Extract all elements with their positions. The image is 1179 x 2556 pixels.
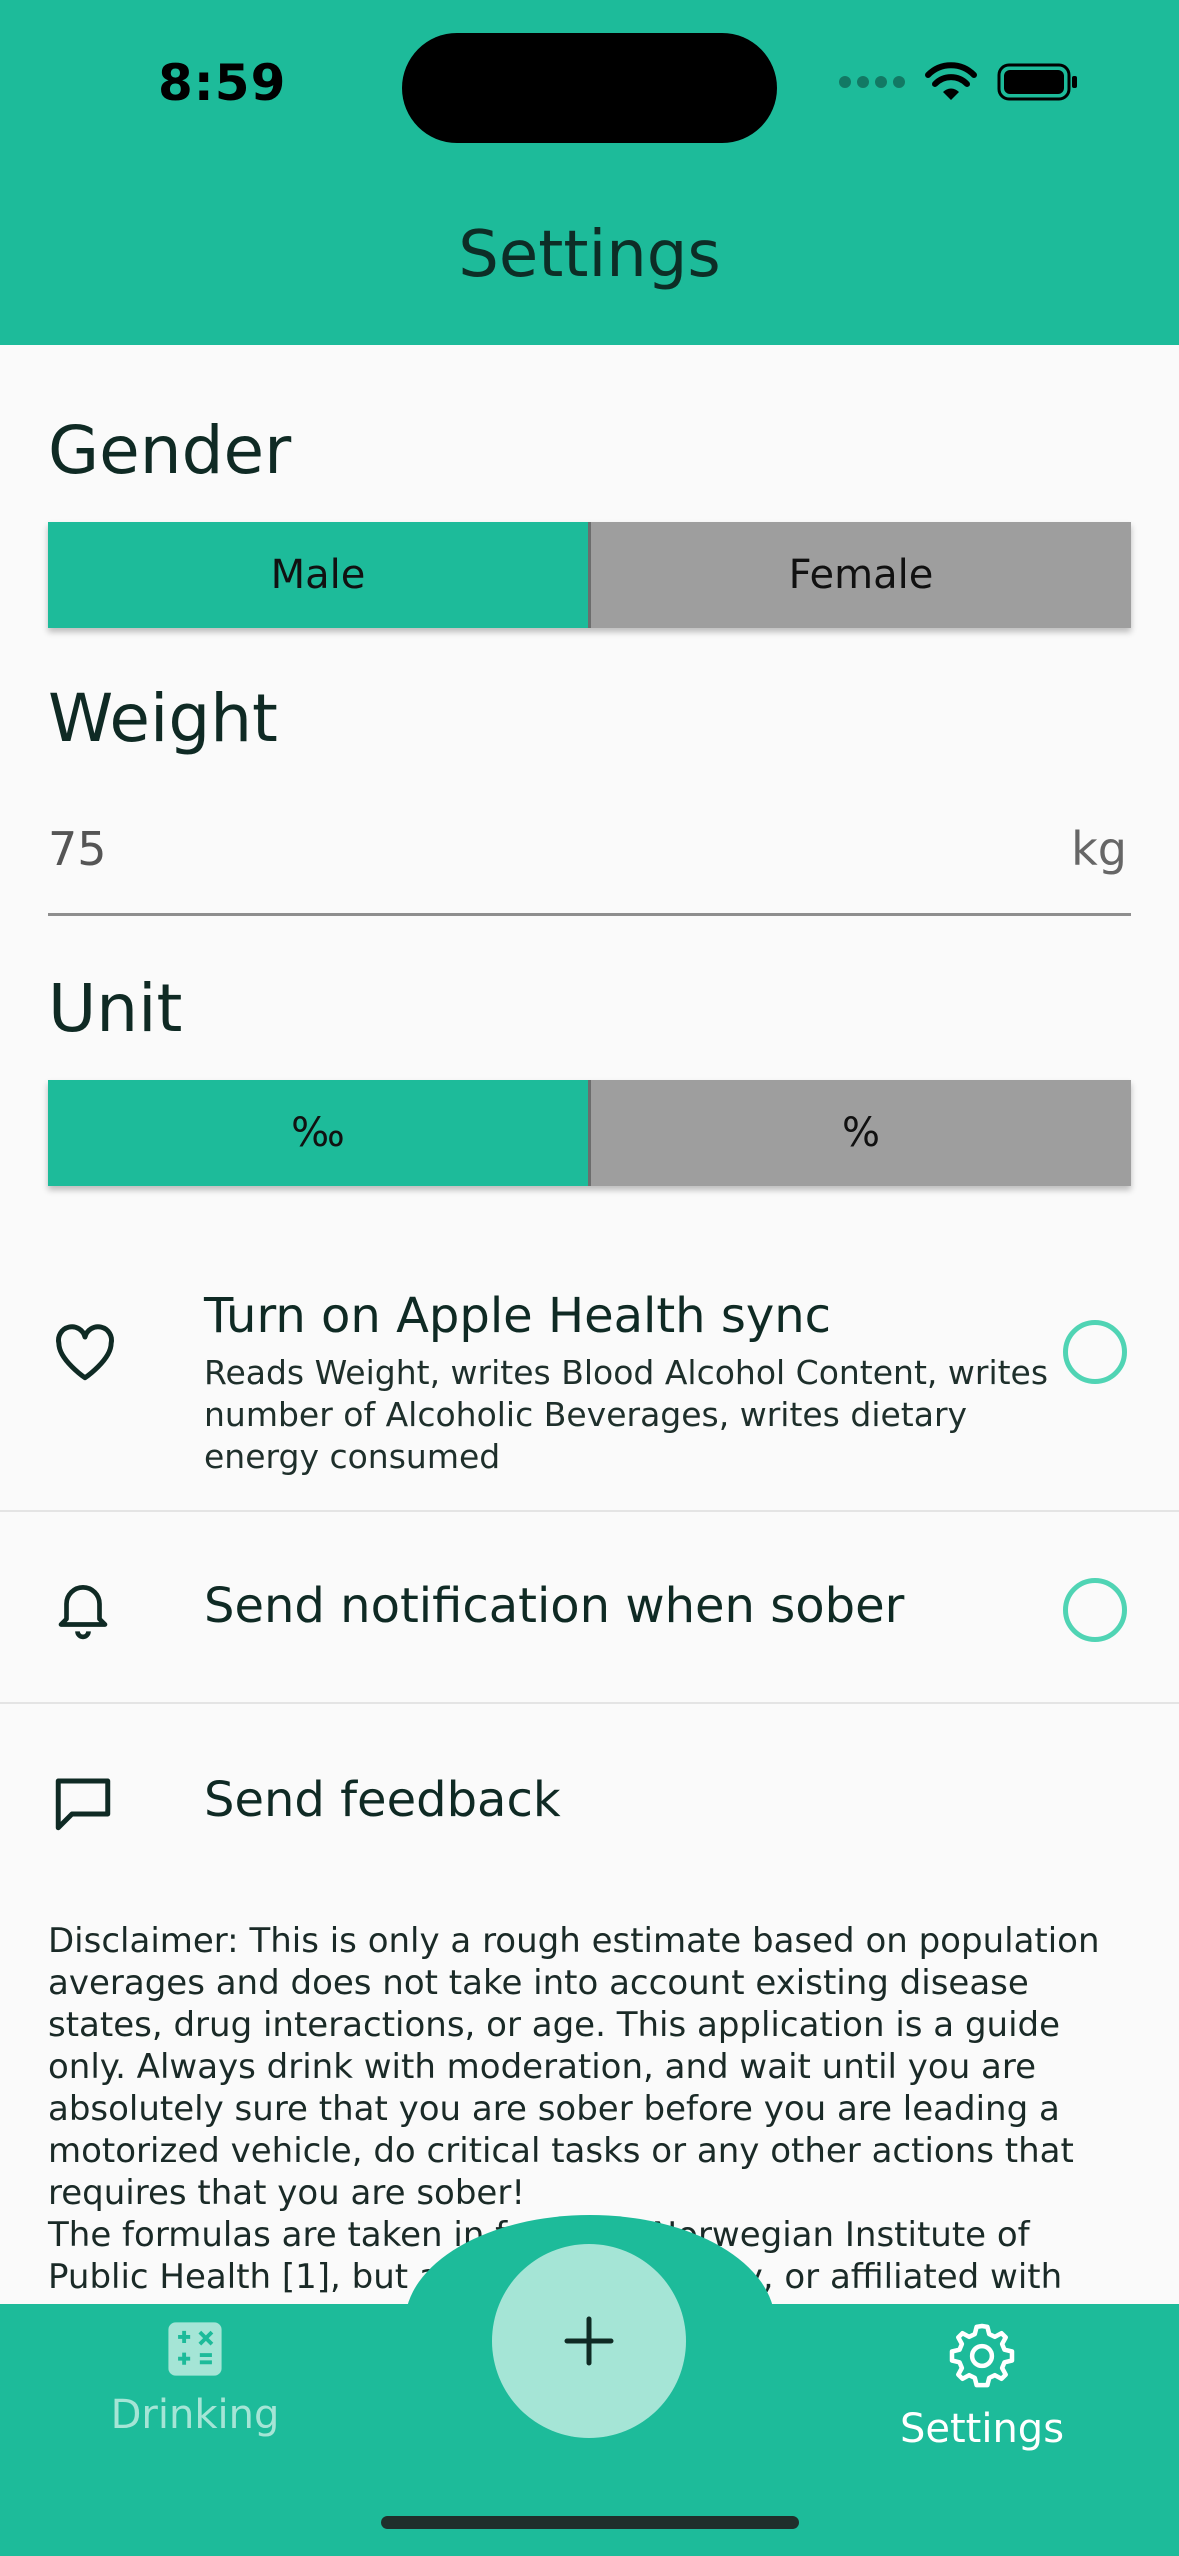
home-indicator xyxy=(381,2516,799,2529)
unit-option-permille[interactable]: ‰ xyxy=(48,1080,588,1186)
header: 8:59 Settings xyxy=(0,0,1179,345)
gender-segmented-control: Male Female xyxy=(48,522,1131,628)
message-icon xyxy=(55,1778,111,1831)
plus-icon xyxy=(564,2316,614,2366)
notification-row[interactable]: Send notification when sober xyxy=(0,1512,1179,1702)
dynamic-island xyxy=(402,33,777,143)
feedback-title: Send feedback xyxy=(204,1772,561,1828)
status-time: 8:59 xyxy=(158,54,287,112)
battery-icon xyxy=(997,63,1077,101)
tab-settings[interactable]: Settings xyxy=(852,2320,1112,2452)
gear-icon xyxy=(949,2323,1015,2388)
unit-option-percent[interactable]: % xyxy=(591,1080,1131,1186)
add-drink-button[interactable] xyxy=(492,2244,686,2438)
tab-drinking[interactable]: Drinking xyxy=(65,2320,325,2438)
calculator-icon xyxy=(168,2322,222,2376)
bell-icon xyxy=(58,1585,108,1640)
health-sync-subtitle: Reads Weight, writes Blood Alcohol Conte… xyxy=(204,1353,1049,1476)
page-title: Settings xyxy=(458,218,721,292)
tab-drinking-label: Drinking xyxy=(110,2392,280,2438)
unit-segmented-control: ‰ % xyxy=(48,1080,1131,1186)
gender-option-male[interactable]: Male xyxy=(48,522,588,628)
notification-radio[interactable] xyxy=(1063,1578,1127,1642)
health-sync-row[interactable]: Turn on Apple Health sync Reads Weight, … xyxy=(0,1270,1179,1510)
tab-settings-label: Settings xyxy=(899,2406,1065,2452)
heart-icon xyxy=(56,1324,114,1381)
weight-field[interactable]: 75 kg xyxy=(48,812,1131,916)
unit-label: Unit xyxy=(48,970,183,1047)
status-icons xyxy=(839,62,1079,102)
signal-icon xyxy=(839,76,905,88)
weight-label: Weight xyxy=(48,680,278,757)
feedback-row[interactable]: Send feedback xyxy=(0,1704,1179,1894)
wifi-icon xyxy=(925,62,977,100)
disclaimer-text: Disclaimer: This is only a rough estimat… xyxy=(48,1921,1100,2213)
gender-label: Gender xyxy=(48,412,292,489)
weight-value[interactable]: 75 xyxy=(48,822,107,876)
notification-title: Send notification when sober xyxy=(204,1578,905,1634)
weight-unit: kg xyxy=(1071,822,1127,876)
gender-option-female[interactable]: Female xyxy=(591,522,1131,628)
health-sync-radio[interactable] xyxy=(1063,1320,1127,1384)
health-sync-title: Turn on Apple Health sync xyxy=(204,1288,832,1344)
